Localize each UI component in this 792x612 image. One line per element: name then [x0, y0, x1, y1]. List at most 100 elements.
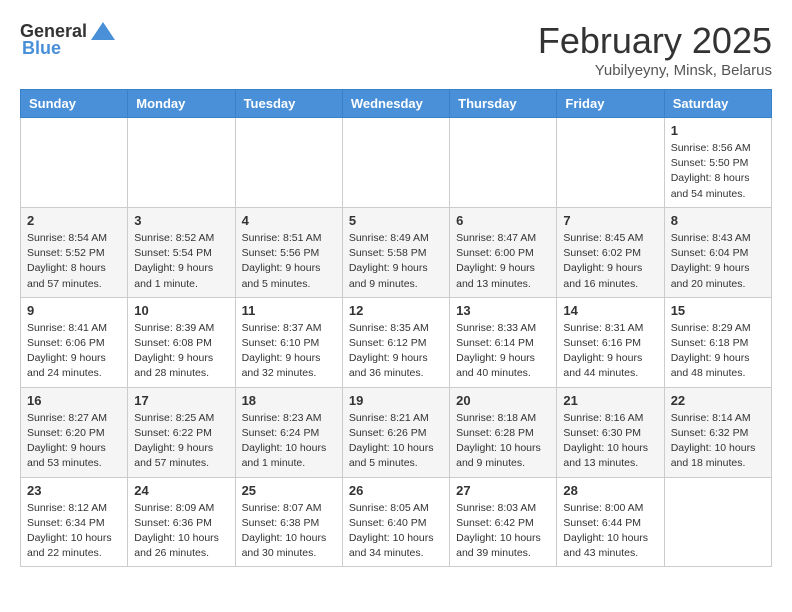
calendar-cell: 27Sunrise: 8:03 AM Sunset: 6:42 PM Dayli…: [450, 477, 557, 567]
day-info: Sunrise: 8:29 AM Sunset: 6:18 PM Dayligh…: [671, 321, 765, 382]
calendar-cell: 21 Sunrise: 8:16 AM Sunset: 6:30 PM Dayli…: [557, 387, 664, 477]
day-info: Sunrise: 8:12 AM Sunset: 6:34 PM Dayligh…: [27, 501, 121, 562]
column-header-thursday: Thursday: [450, 90, 557, 118]
day-number: 5: [349, 213, 443, 228]
day-info: Sunrise: 8:45 AM Sunset: 6:02 PM Dayligh…: [563, 231, 657, 292]
day-info: Sunrise: 8:07 AM Sunset: 6:38 PM Dayligh…: [242, 501, 336, 562]
day-number: 7: [563, 213, 657, 228]
day-number: 10: [134, 303, 228, 318]
calendar-cell: 7 Sunrise: 8:45 AM Sunset: 6:02 PM Daylig…: [557, 207, 664, 297]
calendar-cell: 13Sunrise: 8:33 AM Sunset: 6:14 PM Dayli…: [450, 297, 557, 387]
calendar-week-row: 9 Sunrise: 8:41 AM Sunset: 6:06 PM Daylig…: [21, 297, 772, 387]
day-info: Sunrise: 8:49 AM Sunset: 5:58 PM Dayligh…: [349, 231, 443, 292]
calendar-cell: 5 Sunrise: 8:49 AM Sunset: 5:58 PM Daylig…: [342, 207, 449, 297]
page-header: General Blue February 2025 Yubilyeyny, M…: [20, 20, 772, 79]
calendar-cell: 20 Sunrise: 8:18 AM Sunset: 6:28 PM Dayli…: [450, 387, 557, 477]
day-info: Sunrise: 8:47 AM Sunset: 6:00 PM Dayligh…: [456, 231, 550, 292]
calendar-week-row: 1 Sunrise: 8:56 AM Sunset: 5:50 PM Daylig…: [21, 118, 772, 208]
day-info: Sunrise: 8:18 AM Sunset: 6:28 PM Dayligh…: [456, 411, 550, 472]
day-number: 22: [671, 393, 765, 408]
day-number: 28: [563, 483, 657, 498]
day-info: Sunrise: 8:16 AM Sunset: 6:30 PM Dayligh…: [563, 411, 657, 472]
calendar-cell: 3 Sunrise: 8:52 AM Sunset: 5:54 PM Daylig…: [128, 207, 235, 297]
day-number: 2: [27, 213, 121, 228]
calendar-cell: 18 Sunrise: 8:23 AM Sunset: 6:24 PM Dayli…: [235, 387, 342, 477]
day-info: Sunrise: 8:37 AM Sunset: 6:10 PM Dayligh…: [242, 321, 336, 382]
column-header-monday: Monday: [128, 90, 235, 118]
day-info: Sunrise: 8:33 AM Sunset: 6:14 PM Dayligh…: [456, 321, 550, 382]
day-info: Sunrise: 8:43 AM Sunset: 6:04 PM Dayligh…: [671, 231, 765, 292]
day-info: Sunrise: 8:56 AM Sunset: 5:50 PM Dayligh…: [671, 141, 765, 202]
day-number: 8: [671, 213, 765, 228]
day-number: 20: [456, 393, 550, 408]
column-header-tuesday: Tuesday: [235, 90, 342, 118]
calendar-cell: 24 Sunrise: 8:09 AM Sunset: 6:36 PM Dayli…: [128, 477, 235, 567]
calendar-cell: 1 Sunrise: 8:56 AM Sunset: 5:50 PM Daylig…: [664, 118, 771, 208]
day-info: Sunrise: 8:39 AM Sunset: 6:08 PM Dayligh…: [134, 321, 228, 382]
day-info: Sunrise: 8:23 AM Sunset: 6:24 PM Dayligh…: [242, 411, 336, 472]
calendar-cell: [128, 118, 235, 208]
logo-icon: [89, 20, 117, 42]
calendar-cell: 6 Sunrise: 8:47 AM Sunset: 6:00 PM Daylig…: [450, 207, 557, 297]
calendar-cell: 15 Sunrise: 8:29 AM Sunset: 6:18 PM Dayli…: [664, 297, 771, 387]
day-number: 1: [671, 123, 765, 138]
logo: General Blue: [20, 20, 117, 59]
calendar-cell: 8 Sunrise: 8:43 AM Sunset: 6:04 PM Daylig…: [664, 207, 771, 297]
calendar-table: SundayMondayTuesdayWednesdayThursdayFrid…: [20, 89, 772, 567]
calendar-week-row: 2 Sunrise: 8:54 AM Sunset: 5:52 PM Daylig…: [21, 207, 772, 297]
calendar-week-row: 23 Sunrise: 8:12 AM Sunset: 6:34 PM Dayli…: [21, 477, 772, 567]
location: Yubilyeyny, Minsk, Belarus: [538, 62, 772, 79]
day-number: 23: [27, 483, 121, 498]
month-title: February 2025: [538, 20, 772, 62]
day-info: Sunrise: 8:05 AM Sunset: 6:40 PM Dayligh…: [349, 501, 443, 562]
day-number: 3: [134, 213, 228, 228]
column-header-sunday: Sunday: [21, 90, 128, 118]
calendar-cell: 4 Sunrise: 8:51 AM Sunset: 5:56 PM Daylig…: [235, 207, 342, 297]
day-number: 15: [671, 303, 765, 318]
title-block: February 2025 Yubilyeyny, Minsk, Belarus: [538, 20, 772, 79]
calendar-cell: 14 Sunrise: 8:31 AM Sunset: 6:16 PM Dayli…: [557, 297, 664, 387]
day-info: Sunrise: 8:51 AM Sunset: 5:56 PM Dayligh…: [242, 231, 336, 292]
column-header-wednesday: Wednesday: [342, 90, 449, 118]
calendar-cell: [664, 477, 771, 567]
day-number: 19: [349, 393, 443, 408]
calendar-cell: 11Sunrise: 8:37 AM Sunset: 6:10 PM Dayli…: [235, 297, 342, 387]
calendar-cell: 19 Sunrise: 8:21 AM Sunset: 6:26 PM Dayli…: [342, 387, 449, 477]
day-number: 18: [242, 393, 336, 408]
calendar-cell: 23 Sunrise: 8:12 AM Sunset: 6:34 PM Dayli…: [21, 477, 128, 567]
calendar-cell: [235, 118, 342, 208]
day-info: Sunrise: 8:09 AM Sunset: 6:36 PM Dayligh…: [134, 501, 228, 562]
day-number: 17: [134, 393, 228, 408]
column-header-saturday: Saturday: [664, 90, 771, 118]
day-number: 24: [134, 483, 228, 498]
calendar-cell: 9 Sunrise: 8:41 AM Sunset: 6:06 PM Daylig…: [21, 297, 128, 387]
day-info: Sunrise: 8:31 AM Sunset: 6:16 PM Dayligh…: [563, 321, 657, 382]
calendar-cell: 22 Sunrise: 8:14 AM Sunset: 6:32 PM Dayli…: [664, 387, 771, 477]
day-info: Sunrise: 8:03 AM Sunset: 6:42 PM Dayligh…: [456, 501, 550, 562]
day-number: 14: [563, 303, 657, 318]
day-info: Sunrise: 8:54 AM Sunset: 5:52 PM Dayligh…: [27, 231, 121, 292]
day-info: Sunrise: 8:41 AM Sunset: 6:06 PM Dayligh…: [27, 321, 121, 382]
calendar-week-row: 16 Sunrise: 8:27 AM Sunset: 6:20 PM Dayli…: [21, 387, 772, 477]
calendar-cell: [21, 118, 128, 208]
calendar-cell: 25 Sunrise: 8:07 AM Sunset: 6:38 PM Dayli…: [235, 477, 342, 567]
calendar-header-row: SundayMondayTuesdayWednesdayThursdayFrid…: [21, 90, 772, 118]
logo-blue-text: Blue: [22, 38, 61, 59]
day-info: Sunrise: 8:14 AM Sunset: 6:32 PM Dayligh…: [671, 411, 765, 472]
day-info: Sunrise: 8:27 AM Sunset: 6:20 PM Dayligh…: [27, 411, 121, 472]
day-info: Sunrise: 8:21 AM Sunset: 6:26 PM Dayligh…: [349, 411, 443, 472]
day-number: 16: [27, 393, 121, 408]
day-number: 21: [563, 393, 657, 408]
day-number: 6: [456, 213, 550, 228]
day-number: 4: [242, 213, 336, 228]
day-number: 9: [27, 303, 121, 318]
day-number: 25: [242, 483, 336, 498]
calendar-cell: [450, 118, 557, 208]
day-info: Sunrise: 8:52 AM Sunset: 5:54 PM Dayligh…: [134, 231, 228, 292]
calendar-cell: 26Sunrise: 8:05 AM Sunset: 6:40 PM Dayli…: [342, 477, 449, 567]
calendar-cell: 10 Sunrise: 8:39 AM Sunset: 6:08 PM Dayli…: [128, 297, 235, 387]
column-header-friday: Friday: [557, 90, 664, 118]
calendar-cell: [342, 118, 449, 208]
calendar-cell: 16 Sunrise: 8:27 AM Sunset: 6:20 PM Dayli…: [21, 387, 128, 477]
calendar-cell: [557, 118, 664, 208]
